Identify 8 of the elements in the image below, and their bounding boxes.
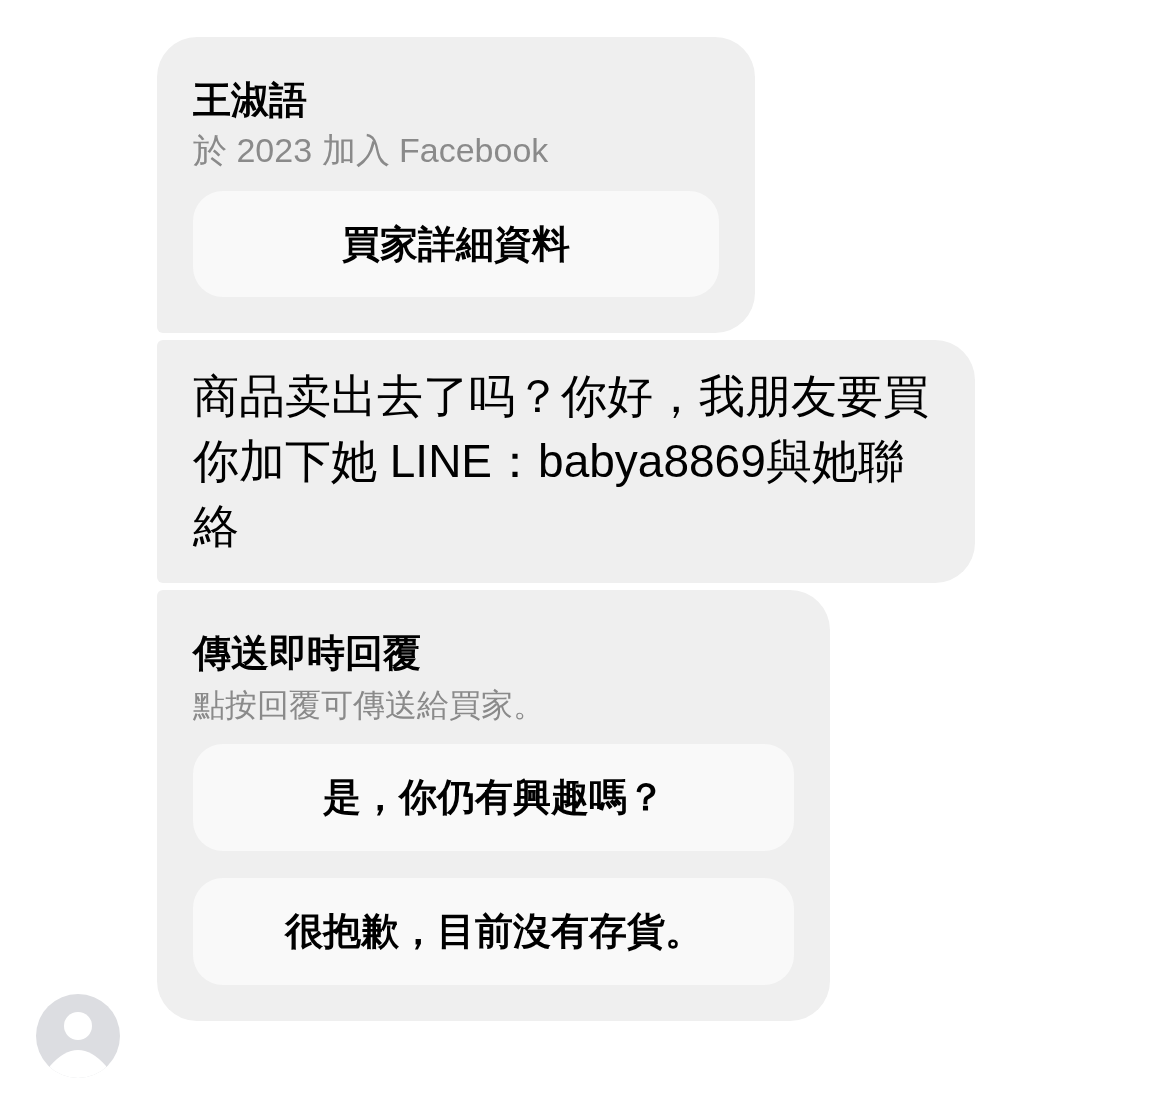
join-date-text: 於 2023 加入 Facebook	[193, 130, 550, 171]
quick-reply-hint: 點按回覆可傳送給買家。	[193, 686, 546, 725]
quick-reply-button[interactable]: 是，你仍有興趣嗎？	[193, 744, 794, 851]
buyer-details-button[interactable]: 買家詳細資料	[193, 191, 719, 297]
buyer-name: 王淑語	[193, 78, 308, 123]
quick-reply-title: 傳送即時回覆	[193, 631, 422, 676]
message-text: 商品卖出去了吗？你好，我朋友要買你加下她 LINE：babya8869與她聯絡	[193, 369, 930, 554]
quick-reply-button[interactable]: 很抱歉，目前沒有存貨。	[193, 878, 794, 985]
